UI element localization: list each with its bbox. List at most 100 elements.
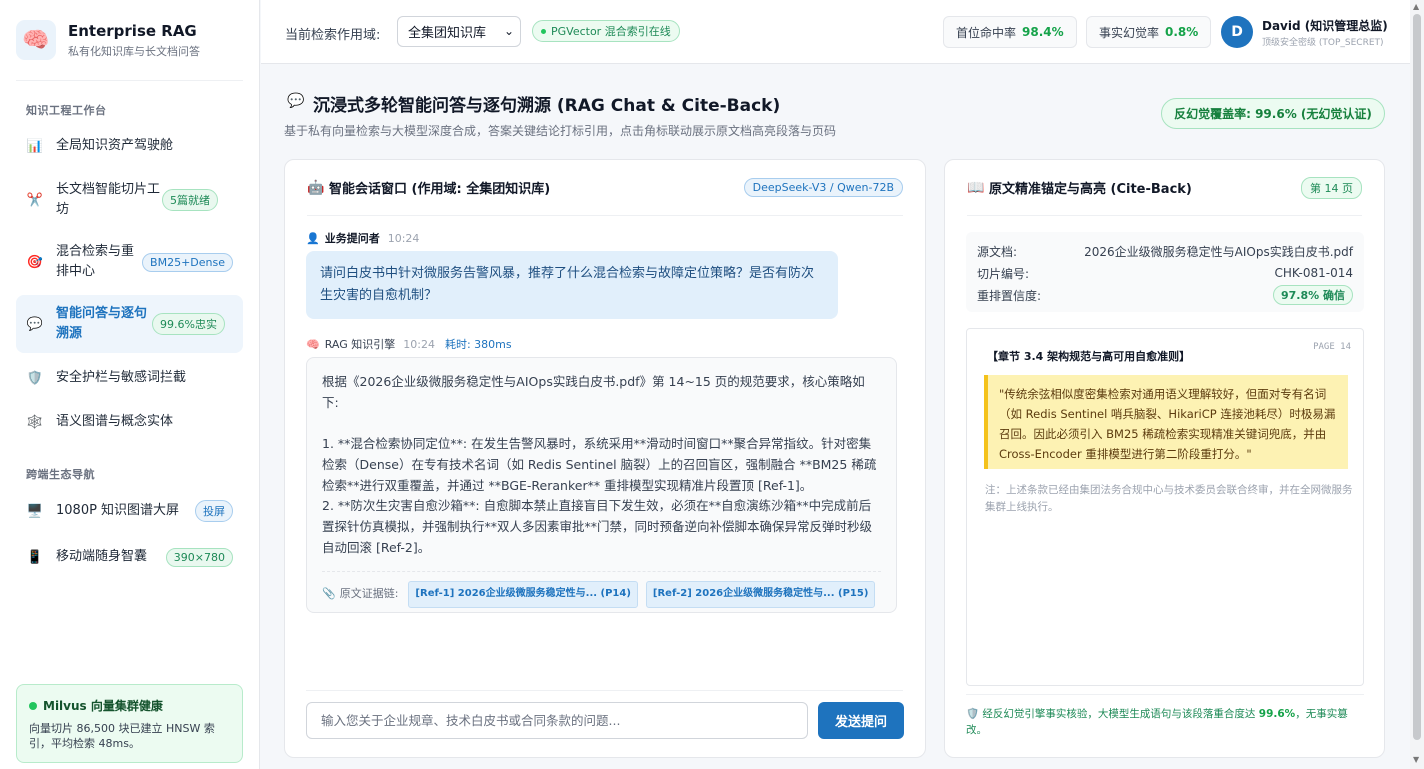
scroll-down-arrow-icon[interactable]: ▼ <box>1413 755 1419 764</box>
page-title: 沉浸式多轮智能问答与逐句溯源 (RAG Chat & Cite-Back) <box>313 96 781 116</box>
chart-icon: 📊 <box>26 138 44 154</box>
page-scrollbar[interactable]: ▲ ▼ <box>1410 0 1424 769</box>
chat-panel-header: 🤖 智能会话窗口 (作用域: 全集团知识库) DeepSeek-V3 / Qwe… <box>307 160 903 216</box>
evidence-label: 原文证据链: <box>339 587 399 600</box>
chat-bubble-icon: 💬 <box>287 93 305 109</box>
book-icon: 📖 <box>967 179 985 196</box>
shield-icon: 🛡️ <box>26 370 44 386</box>
send-button[interactable]: 发送提问 <box>818 702 904 739</box>
page-badge: 第 14 页 <box>1301 176 1362 199</box>
status-badge: 5篇就绪 <box>162 189 218 211</box>
cite-panel-title: 原文精准锚定与高亮 (Cite-Back) <box>989 182 1192 197</box>
nav-section-title: 知识工程工作台 <box>26 104 107 117</box>
message-time: 10:24 <box>403 337 435 351</box>
user-message-bubble: 请问白皮书中针对微服务告警风暴，推荐了什么混合检索与故障定位策略？是否有防次生灾… <box>306 251 838 319</box>
cite-back-panel: 📖 原文精准锚定与高亮 (Cite-Back) 第 14 页 源文档: 2026… <box>944 159 1385 758</box>
sidebar-item-dashboard[interactable]: 📊 全局知识资产驾驶舱 <box>16 135 243 157</box>
brand[interactable]: 🧠 Enterprise RAG 私有化知识库与长文档问答 <box>16 20 200 60</box>
status-badge: 投屏 <box>195 500 233 522</box>
sidebar-item-retrieval[interactable]: 🎯 混合检索与重排中心 BM25+Dense <box>16 242 243 282</box>
coverage-badge: 反幻觉覆盖率: 99.6% (无幻觉认证) <box>1161 98 1385 129</box>
sender-name: 业务提问者 <box>324 232 380 245</box>
robot-icon: 🤖 <box>307 179 325 196</box>
evidence-chain: 📎 原文证据链: [Ref-1] 2026企业级微服务稳定性与... (P14)… <box>322 571 881 608</box>
sidebar-item-label: 智能问答与逐句溯源 <box>56 306 148 341</box>
scrollbar-thumb[interactable] <box>1413 14 1421 740</box>
meta-row: 源文档: 2026企业级微服务稳定性与AIOps实践白皮书.pdf <box>977 244 1353 259</box>
graph-icon: 🕸️ <box>26 414 44 430</box>
metric-hit-rate: 首位命中率 98.4% <box>943 16 1077 48</box>
status-badge: BM25+Dense <box>142 252 233 272</box>
chat-bubble-icon: 💬 <box>26 316 44 332</box>
sidebar-item-label: 长文档智能切片工坊 <box>56 182 161 217</box>
scroll-up-arrow-icon[interactable]: ▲ <box>1413 2 1419 11</box>
meta-row: 重排置信度: 97.8% 确信 <box>977 284 1353 306</box>
metric-hallucination-rate: 事实幻觉率 0.8% <box>1086 16 1212 48</box>
scope-select[interactable]: 全集团知识库 ⌄ <box>397 16 521 47</box>
brand-subtitle: 私有化知识库与长文档问答 <box>68 44 200 58</box>
sidebar-item-chunking[interactable]: ✂️ 长文档智能切片工坊 5篇就绪 <box>16 180 243 220</box>
target-icon: 🎯 <box>26 254 44 270</box>
chat-panel: 🤖 智能会话窗口 (作用域: 全集团知识库) DeepSeek-V3 / Qwe… <box>284 159 926 758</box>
verification-note: 🛡️ 经反幻觉引擎事实核验，大模型生成语句与该段落重合度达 99.6%，无事实篡… <box>966 694 1364 738</box>
sidebar-item-chat[interactable]: 💬 智能问答与逐句溯源 99.6%忠实 <box>16 295 243 353</box>
answer-point: 2. **防次生灾害自愈沙箱**: 自愈脚本禁止直接盲目下发生效，必须在**自愈… <box>322 498 873 555</box>
chevron-down-icon: ⌄ <box>503 24 514 38</box>
chat-composer: 发送提问 <box>306 690 904 739</box>
status-dot-icon <box>29 701 37 710</box>
brain-logo-icon: 🧠 <box>16 20 56 60</box>
meta-row: 切片编号: CHK-081-014 <box>977 266 1353 281</box>
avatar[interactable]: D <box>1221 16 1253 48</box>
sidebar-item-label: 全局知识资产驾驶舱 <box>56 138 174 153</box>
pgvector-status-badge: PGVector 混合索引在线 <box>532 20 680 42</box>
latency-label: 耗时: 380ms <box>444 338 512 351</box>
sidebar-item-guardrail[interactable]: 🛡️ 安全护栏与敏感词拦截 <box>16 367 243 389</box>
answer-intro: 根据《2026企业级微服务稳定性与AIOps实践白皮书.pdf》第 14~15 … <box>322 374 865 410</box>
overlap-percentage: 99.6% <box>1258 708 1296 720</box>
health-description: 向量切片 86,500 块已建立 HNSW 索引，平均检索 48ms。 <box>29 722 215 750</box>
brain-icon: 🧠 <box>306 337 320 351</box>
shield-icon: 🛡️ <box>966 708 980 720</box>
monitor-icon: 🖥️ <box>26 503 44 519</box>
paperclip-icon: 📎 <box>322 587 336 600</box>
model-badge: DeepSeek-V3 / Qwen-72B <box>743 178 903 197</box>
sidebar-item-label: 移动端随身智囊 <box>56 549 148 564</box>
user-message-meta: 👤 业务提问者 10:24 <box>306 230 419 246</box>
topbar: 当前检索作用域: 全集团知识库 ⌄ PGVector 混合索引在线 首位命中率 9… <box>261 0 1410 64</box>
scope-label: 当前检索作用域: <box>285 28 381 43</box>
source-meta: 源文档: 2026企业级微服务稳定性与AIOps实践白皮书.pdf 切片编号: … <box>966 232 1364 312</box>
sidebar-item-bigscreen[interactable]: 🖥️ 1080P 知识图谱大屏 投屏 <box>16 500 243 522</box>
sidebar: 🧠 Enterprise RAG 私有化知识库与长文档问答 知识工程工作台 📊 … <box>0 0 260 769</box>
status-badge: 99.6%忠实 <box>152 313 225 335</box>
status-dot-icon <box>541 28 546 34</box>
sidebar-item-label: 语义图谱与概念实体 <box>56 414 174 429</box>
nav-section-title: 跨端生态导航 <box>26 468 95 481</box>
brand-name: Enterprise RAG <box>68 21 197 40</box>
divider <box>16 80 243 81</box>
answer-point: 1. **混合检索协同定位**: 在发生告警风暴时，系统采用**滑动时间窗口**… <box>322 436 877 493</box>
sidebar-item-label: 安全护栏与敏感词拦截 <box>56 370 187 385</box>
sender-name: RAG 知识引擎 <box>324 338 396 351</box>
page-subtitle: 基于私有向量检索与大模型深度合成，答案关键结论打标引用，点击角标联动展示原文档高… <box>284 124 837 138</box>
mobile-icon: 📱 <box>26 549 44 565</box>
question-input[interactable] <box>306 702 808 739</box>
document-preview: 【章节 3.4 架构规范与高可用自愈准则】 PAGE 14 "传统余弦相似度密集… <box>966 328 1364 686</box>
bot-message-meta: 🧠 RAG 知识引擎 10:24 耗时: 380ms <box>306 336 512 352</box>
confidence-badge: 97.8% 确信 <box>1273 285 1353 305</box>
cite-panel-header: 📖 原文精准锚定与高亮 (Cite-Back) 第 14 页 <box>967 160 1362 216</box>
document-note: 注：上述条款已经由集团法务合规中心与技术委员会联合终审，并在全网微服务集群上线执… <box>985 484 1353 513</box>
scissors-icon: ✂️ <box>26 192 44 208</box>
sidebar-item-graph[interactable]: 🕸️ 语义图谱与概念实体 <box>16 411 243 433</box>
message-time: 10:24 <box>387 231 420 245</box>
sidebar-item-mobile[interactable]: 📱 移动端随身智囊 390×780 <box>16 546 243 568</box>
sidebar-item-label: 1080P 知识图谱大屏 <box>56 503 180 518</box>
page-tag: PAGE 14 <box>1313 342 1351 352</box>
reference-chip[interactable]: [Ref-2] 2026企业级微服务稳定性与... (P15) <box>645 581 876 608</box>
cluster-health-card: Milvus 向量集群健康 向量切片 86,500 块已建立 HNSW 索引，平… <box>16 684 243 763</box>
reference-chip[interactable]: [Ref-1] 2026企业级微服务稳定性与... (P14) <box>408 581 638 608</box>
chunk-id: CHK-081-014 <box>1274 266 1353 280</box>
chat-panel-title: 智能会话窗口 (作用域: 全集团知识库) <box>329 182 551 197</box>
user-name: David (知识管理总监) <box>1262 19 1388 33</box>
sidebar-item-label: 混合检索与重排中心 <box>56 244 135 279</box>
scope-value: 全集团知识库 <box>408 26 487 41</box>
